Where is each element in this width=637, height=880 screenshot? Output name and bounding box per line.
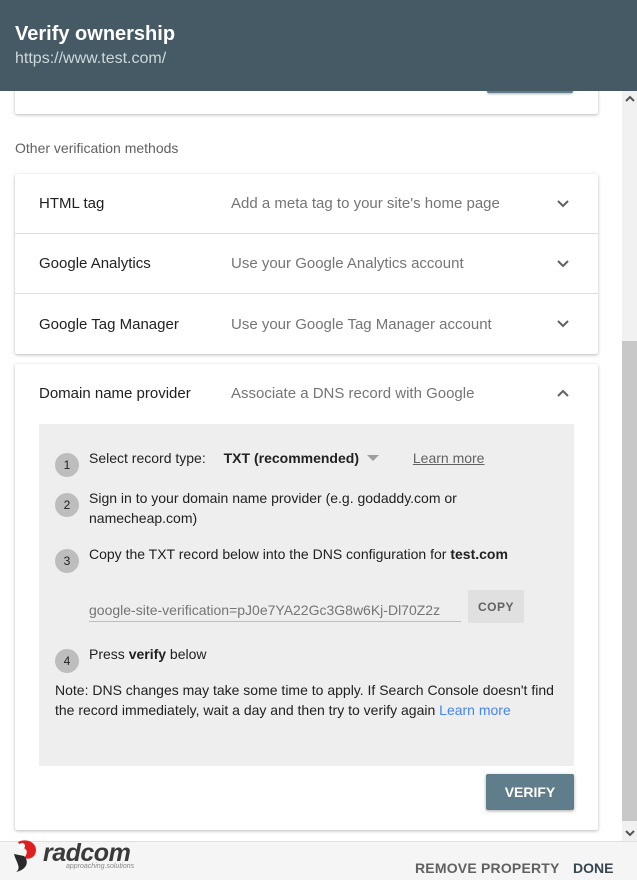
method-name: Google Analytics: [39, 255, 151, 272]
radcom-logo-mark-icon: [14, 840, 36, 872]
method-description: Add a meta tag to your site's home page: [231, 195, 500, 212]
chevron-up-icon[interactable]: [556, 386, 570, 400]
method-name: Google Tag Manager: [39, 315, 179, 333]
chevron-down-icon[interactable]: [556, 316, 570, 330]
domain-name: test.com: [450, 546, 508, 562]
recommended-verify-button[interactable]: [487, 91, 573, 93]
scrollbar-thumb[interactable]: [622, 341, 637, 821]
txt-record-field[interactable]: google-site-verification=pJ0e7YA22Gc3G8w…: [89, 600, 461, 622]
property-url: https://www.test.com/: [15, 50, 167, 67]
method-description: Use your Google Analytics account: [231, 255, 464, 272]
done-button[interactable]: DONE: [573, 860, 613, 876]
step-emphasis: verify: [128, 646, 167, 662]
step-3: 3 Copy the TXT record below into the DNS…: [55, 544, 529, 573]
method-name: HTML tag: [39, 195, 105, 212]
method-domain-name-provider: Domain name provider Associate a DNS rec…: [15, 364, 598, 830]
step-text: Copy the TXT record below into the DNS c…: [89, 546, 451, 562]
method-name: Domain name provider: [39, 385, 191, 402]
step-number: 1: [55, 453, 79, 477]
radcom-logo: radcom approaching.solutions: [12, 838, 134, 872]
method-google-analytics[interactable]: Google Analytics Use your Google Analyti…: [15, 234, 598, 294]
step-text-suffix: below: [166, 646, 207, 662]
learn-more-link[interactable]: Learn more: [413, 450, 485, 466]
dialog-footer: radcom approaching.solutions REMOVE PROP…: [0, 838, 637, 880]
method-html-tag[interactable]: HTML tag Add a meta tag to your site's h…: [15, 174, 598, 234]
note-learn-more-link[interactable]: Learn more: [439, 702, 511, 718]
remove-property-button[interactable]: REMOVE PROPERTY: [415, 860, 560, 876]
step-1: 1 Select record type: TXT (recommended) …: [55, 448, 484, 477]
step-2: 2 Sign in to your domain name provider (…: [55, 488, 489, 528]
step-text: Sign in to your domain name provider (e.…: [89, 490, 457, 526]
dialog-content: Other verification methods HTML tag Add …: [0, 91, 622, 841]
dns-instructions: 1 Select record type: TXT (recommended) …: [39, 424, 574, 766]
step-label: Select record type:: [89, 450, 206, 466]
step-number: 2: [55, 493, 79, 517]
dns-method-header[interactable]: Domain name provider Associate a DNS rec…: [15, 364, 598, 424]
dropdown-caret-icon: [366, 455, 379, 461]
logo-tagline: approaching.solutions: [66, 863, 135, 870]
scroll-down-icon[interactable]: [622, 825, 637, 841]
dns-note: Note: DNS changes may take some time to …: [55, 680, 560, 720]
recommended-method-card: [15, 91, 598, 114]
methods-list: HTML tag Add a meta tag to your site's h…: [15, 174, 598, 354]
dialog-header: Verify ownership https://www.test.com/: [0, 0, 637, 91]
method-google-tag-manager[interactable]: Google Tag Manager Use your Google Tag M…: [15, 294, 598, 354]
record-type-select[interactable]: TXT (recommended): [224, 448, 379, 468]
section-label: Other verification methods: [15, 140, 179, 156]
step-4: 4 Press verify below: [55, 644, 489, 673]
verify-button[interactable]: VERIFY: [486, 774, 574, 810]
step-number: 4: [55, 649, 79, 673]
chevron-down-icon[interactable]: [556, 256, 570, 270]
method-description: Use your Google Tag Manager account: [231, 315, 492, 333]
scroll-up-icon[interactable]: [622, 91, 637, 107]
copy-button[interactable]: COPY: [468, 590, 524, 623]
scrollbar[interactable]: [622, 91, 637, 841]
step-number: 3: [55, 549, 79, 573]
record-type-value: TXT (recommended): [223, 450, 359, 466]
chevron-down-icon[interactable]: [556, 196, 570, 210]
step-text: Press: [89, 646, 129, 662]
method-description: Associate a DNS record with Google: [231, 385, 475, 402]
dialog-title: Verify ownership: [15, 23, 176, 45]
